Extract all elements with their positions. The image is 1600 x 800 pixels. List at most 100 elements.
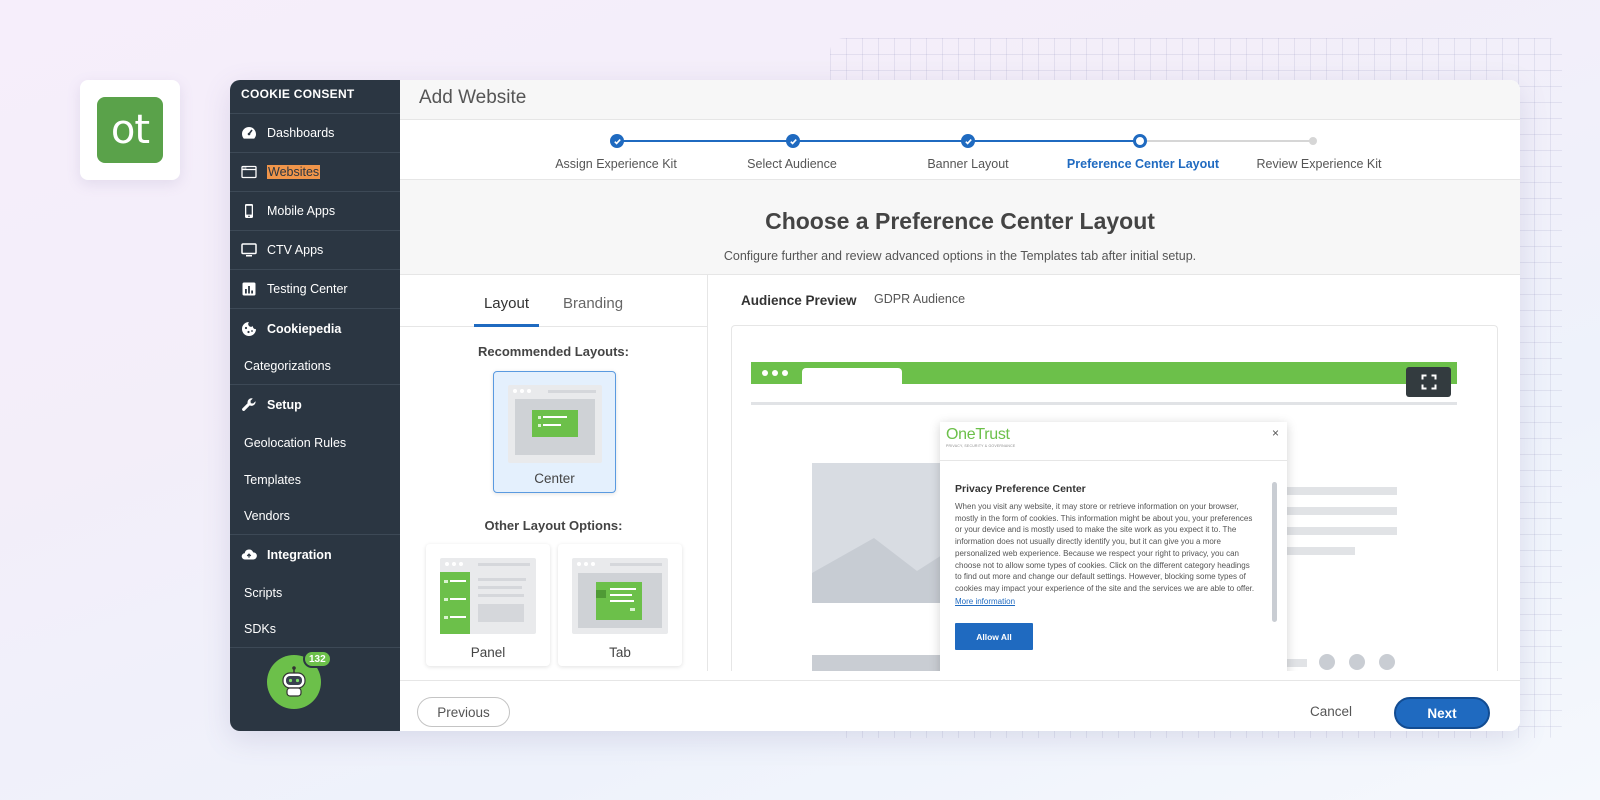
sidebar-group-cookiepedia[interactable]: Cookiepedia <box>230 309 400 348</box>
layout-option-label: Center <box>534 471 575 486</box>
audience-preview-panel: Audience Preview GDPR Audience OneTrust … <box>708 275 1520 671</box>
sidebar-item-label: Dashboards <box>267 126 335 140</box>
center-layout-thumbnail <box>508 385 602 463</box>
sidebar-group-label: Cookiepedia <box>267 321 342 336</box>
sidebar-item-templates[interactable]: Templates <box>230 461 400 498</box>
sidebar-item-label: Scripts <box>244 585 283 600</box>
main-content: Add Website Assign Experience Kit Select… <box>400 80 1520 731</box>
wizard-stepper: Assign Experience Kit Select Audience Ba… <box>400 120 1520 180</box>
stepper-connector <box>622 140 788 142</box>
cookie-icon <box>241 321 257 337</box>
previous-button[interactable]: Previous <box>417 697 510 727</box>
step-complete-check-icon[interactable] <box>961 134 975 148</box>
sidebar-item-websites[interactable]: Websites <box>230 153 400 192</box>
dashboard-icon <box>241 125 257 141</box>
sidebar: COOKIE CONSENT Dashboards Websites Mobil… <box>230 80 400 731</box>
step-upcoming-indicator <box>1309 137 1317 145</box>
next-button[interactable]: Next <box>1394 697 1490 729</box>
sidebar-item-vendors[interactable]: Vendors <box>230 498 400 535</box>
step-label-assign-experience-kit[interactable]: Assign Experience Kit <box>555 157 677 171</box>
layout-option-panel[interactable]: Panel <box>426 544 550 666</box>
expand-icon <box>1421 374 1436 390</box>
sidebar-item-geolocation-rules[interactable]: Geolocation Rules <box>230 424 400 461</box>
modal-title: Privacy Preference Center <box>955 483 1086 495</box>
close-icon[interactable]: × <box>1272 426 1279 440</box>
sidebar-item-label: Testing Center <box>267 282 348 296</box>
step-label-preference-center-layout: Preference Center Layout <box>1066 157 1220 171</box>
sidebar-group-integration[interactable]: Integration <box>230 535 400 574</box>
sidebar-item-categorizations[interactable]: Categorizations <box>230 348 400 385</box>
onetrust-brand-logo: OneTrust <box>946 426 1010 443</box>
other-layout-options-label: Other Layout Options: <box>484 518 623 533</box>
layout-option-label: Panel <box>470 645 506 660</box>
assistant-notification-badge: 132 <box>303 650 332 668</box>
step-complete-check-icon[interactable] <box>610 134 624 148</box>
allow-all-button[interactable]: Allow All <box>955 623 1033 650</box>
tab-layout[interactable]: Layout <box>473 295 540 327</box>
recommended-layouts-label: Recommended Layouts: <box>478 344 629 359</box>
stepper-connector <box>973 140 1137 142</box>
mock-browser-bar <box>751 362 1457 384</box>
sidebar-item-dashboards[interactable]: Dashboards <box>230 114 400 153</box>
mock-footer-bar <box>812 655 942 671</box>
modal-header-divider <box>940 460 1287 461</box>
sidebar-item-label: Vendors <box>244 509 290 523</box>
cancel-button[interactable]: Cancel <box>1310 704 1352 719</box>
tab-layout-thumbnail <box>572 558 668 634</box>
sidebar-item-label: Categorizations <box>244 359 331 373</box>
stepper-connector <box>798 140 963 142</box>
step-label-select-audience[interactable]: Select Audience <box>747 157 837 171</box>
sidebar-item-testing-center[interactable]: Testing Center <box>230 270 400 309</box>
sidebar-item-scripts[interactable]: Scripts <box>230 574 400 611</box>
fullscreen-button[interactable] <box>1406 367 1451 397</box>
mock-footer-line <box>1287 659 1307 667</box>
step-complete-check-icon[interactable] <box>786 134 800 148</box>
sidebar-item-mobile-apps[interactable]: Mobile Apps <box>230 192 400 231</box>
step-label-review-experience-kit: Review Experience Kit <box>1256 157 1382 171</box>
sidebar-item-label: Websites <box>267 165 321 179</box>
layout-option-tab[interactable]: Tab <box>558 544 682 666</box>
monitor-icon <box>241 242 257 258</box>
mock-browser-divider <box>751 402 1457 405</box>
sidebar-item-label: Geolocation Rules <box>244 435 347 450</box>
page-heading-area: Choose a Preference Center Layout Config… <box>400 180 1520 275</box>
modal-scrollbar[interactable] <box>1272 482 1277 622</box>
robot-icon <box>282 666 306 697</box>
step-label-banner-layout[interactable]: Banner Layout <box>927 157 1008 171</box>
preference-center-modal: OneTrust PRIVACY, SECURITY & GOVERNANCE … <box>940 422 1287 671</box>
preference-center-preview: OneTrust PRIVACY, SECURITY & GOVERNANCE … <box>731 325 1498 671</box>
sidebar-item-label: Mobile Apps <box>267 204 336 218</box>
wizard-footer: Previous Cancel Next <box>400 680 1520 731</box>
audience-preview-label: Audience Preview <box>741 293 857 308</box>
modal-description: When you visit any website, it may store… <box>955 502 1255 593</box>
brand-tagline: PRIVACY, SECURITY & GOVERNANCE <box>946 444 1016 448</box>
cloud-upload-icon <box>241 547 257 563</box>
panel-layout-thumbnail <box>440 558 536 634</box>
layout-options-panel: Layout Branding Recommended Layouts: Cen… <box>400 275 708 671</box>
mobile-icon <box>241 203 257 219</box>
step-current-indicator <box>1133 134 1147 148</box>
sidebar-item-label: Templates <box>244 472 301 487</box>
layout-tabs: Layout Branding <box>400 275 707 327</box>
sidebar-item-ctv-apps[interactable]: CTV Apps <box>230 231 400 270</box>
sidebar-group-setup[interactable]: Setup <box>230 385 400 424</box>
stepper-connector <box>1146 140 1310 142</box>
page-subtitle: Configure further and review advanced op… <box>723 249 1197 263</box>
wrench-icon <box>241 397 257 413</box>
more-information-link[interactable]: More information <box>955 597 1015 606</box>
tab-branding[interactable]: Branding <box>553 295 633 327</box>
onetrust-logo: ot <box>97 97 163 163</box>
sidebar-group-label: Setup <box>267 397 302 412</box>
app-window: COOKIE CONSENT Dashboards Websites Mobil… <box>230 80 1520 731</box>
mock-footer-dots <box>1319 654 1395 670</box>
audience-name: GDPR Audience <box>874 292 966 306</box>
sidebar-title: COOKIE CONSENT <box>230 80 400 114</box>
bar-chart-icon <box>241 281 257 297</box>
sidebar-item-sdks[interactable]: SDKs <box>230 611 400 648</box>
layout-option-center[interactable]: Center <box>493 371 616 493</box>
app-logo-tile: ot <box>80 80 180 180</box>
browser-window-icon <box>241 164 257 180</box>
sidebar-item-label: CTV Apps <box>267 243 324 257</box>
content-area: Layout Branding Recommended Layouts: Cen… <box>400 275 1520 671</box>
sidebar-item-label: SDKs <box>244 622 276 636</box>
